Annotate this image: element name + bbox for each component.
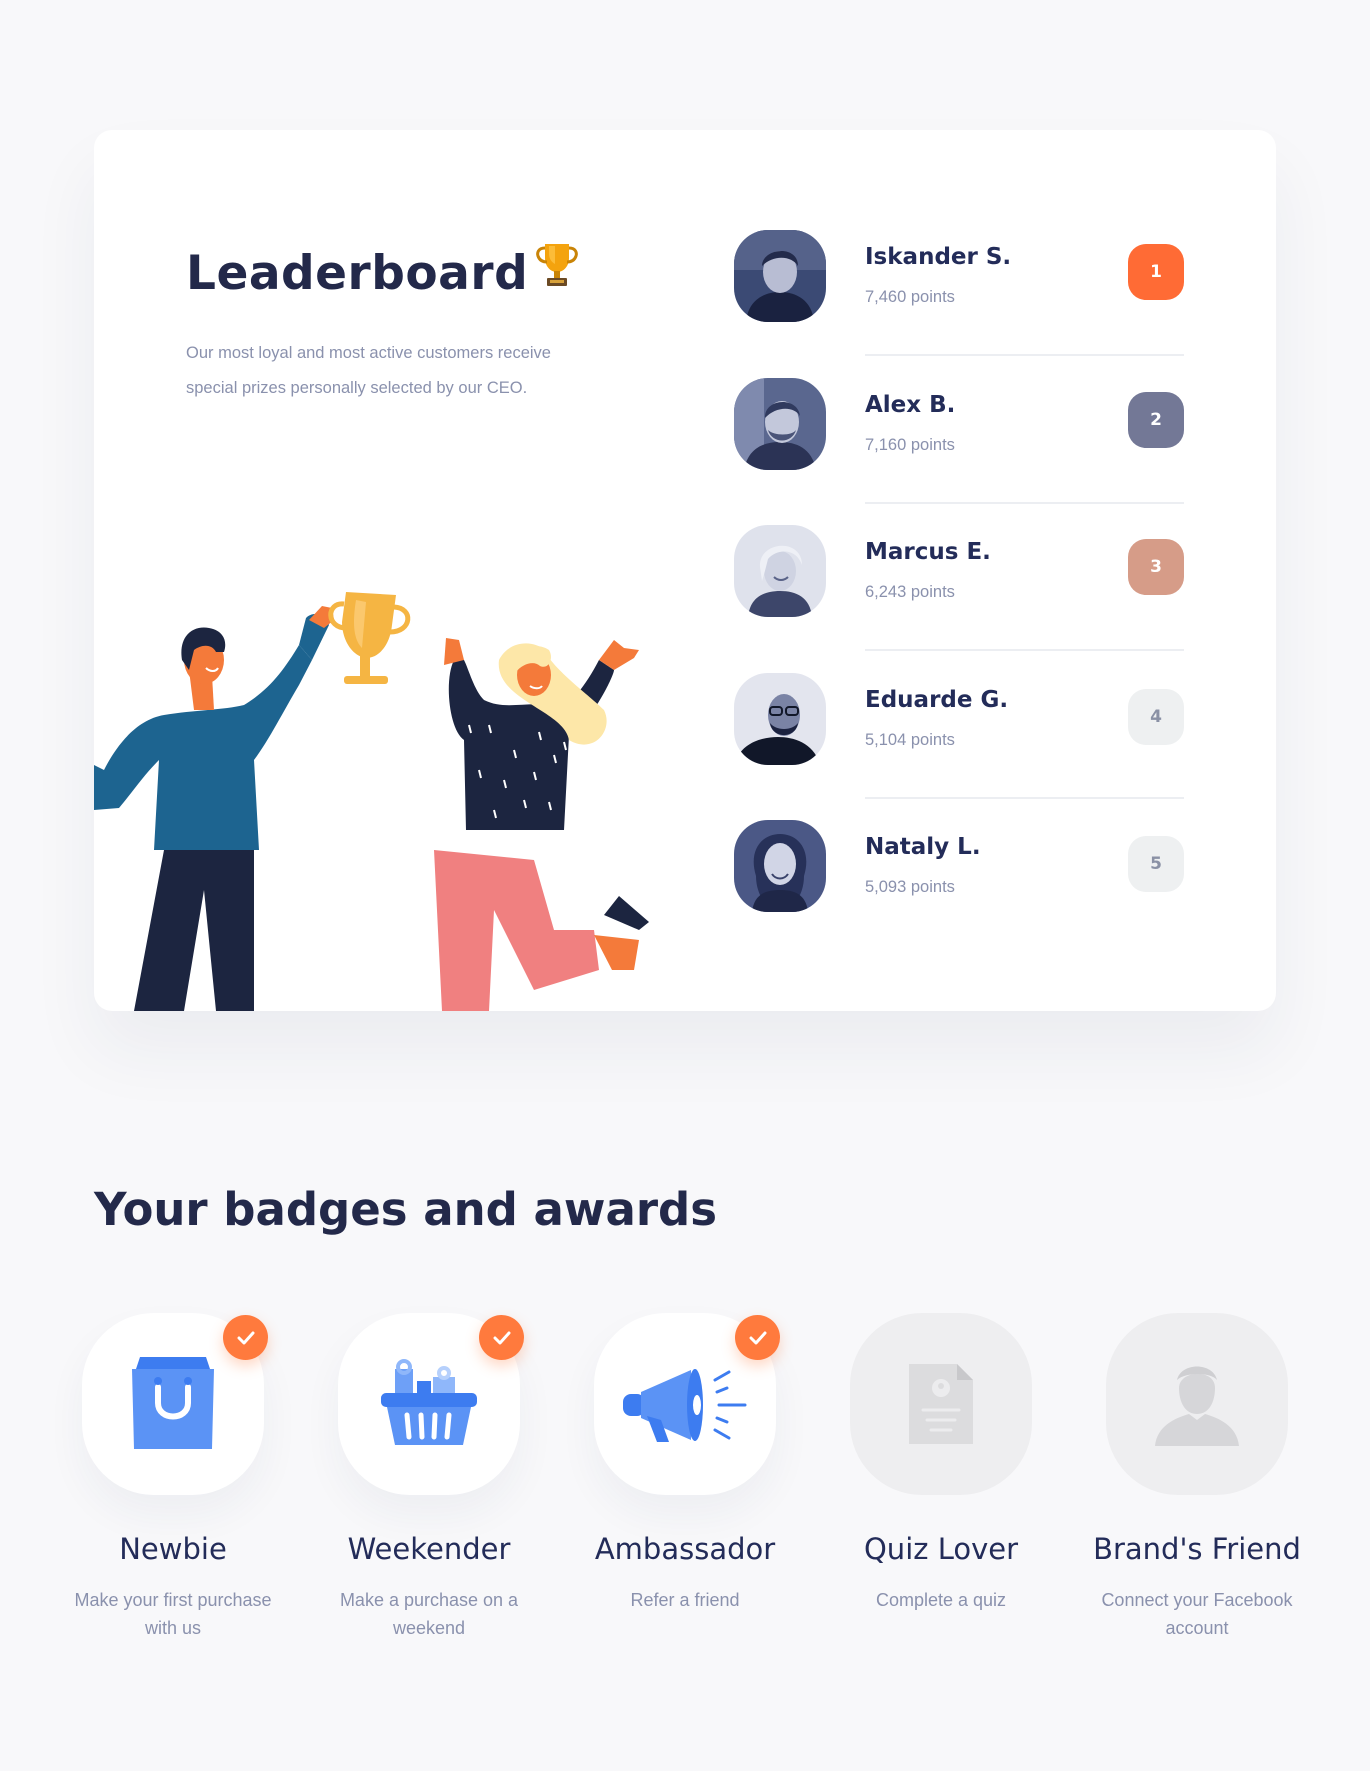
badge-tile[interactable] — [1106, 1313, 1288, 1495]
gift-basket-icon — [381, 1359, 477, 1445]
badge-description: Make your first purchase with us — [74, 1590, 272, 1638]
badge-ambassador[interactable]: Ambassador Refer a friend — [557, 1313, 813, 1614]
document-icon — [909, 1364, 973, 1444]
leaderboard-row[interactable]: Alex B. 7,160 points 2 — [734, 377, 1184, 526]
player-name: Nataly L. — [865, 834, 981, 860]
leaderboard-list: Iskander S. 7,460 points 1 Alex B. 7,160… — [734, 230, 1184, 968]
raised-trophy — [328, 592, 411, 684]
badge-description: Complete a quiz — [875, 1590, 1007, 1610]
megaphone-icon — [623, 1369, 747, 1442]
badge-weekender[interactable]: Weekender Make a purchase on a weekend — [301, 1313, 557, 1642]
avatar — [734, 672, 826, 765]
badge-tile[interactable] — [338, 1313, 524, 1495]
badges-title: Your badges and awards — [94, 1183, 718, 1236]
page: Leaderboard Our most loyal and most acti… — [0, 0, 1370, 1771]
avatar — [734, 230, 826, 322]
leaderboard-row[interactable]: Eduarde G. 5,104 points 4 — [734, 672, 1184, 821]
badge-tile[interactable] — [82, 1313, 268, 1495]
divider — [865, 796, 1184, 799]
divider — [865, 649, 1184, 651]
celebration-illustration — [94, 592, 649, 1011]
avatar — [734, 525, 826, 617]
divider — [865, 354, 1184, 356]
player-name: Alex B. — [865, 391, 956, 418]
leaderboard-description: Our most loyal and most active customers… — [186, 344, 551, 397]
earned-check-icon — [735, 1315, 780, 1360]
avatar — [734, 377, 826, 470]
avatar — [734, 820, 826, 912]
leaderboard-row[interactable]: Nataly L. 5,093 points 5 — [734, 820, 1184, 968]
badge-tile[interactable] — [594, 1313, 780, 1495]
badge-quiz-lover[interactable]: Quiz Lover Complete a quiz — [813, 1313, 1069, 1614]
man-figure — [94, 606, 334, 1011]
earned-check-icon — [479, 1315, 524, 1360]
rank-badge: 3 — [1128, 539, 1184, 595]
badge-description: Refer a friend — [630, 1590, 740, 1610]
earned-check-icon — [223, 1315, 268, 1360]
badge-description: Connect your Facebook account — [1101, 1590, 1293, 1638]
shopping-bag-icon — [132, 1357, 214, 1449]
badge-name: Quiz Lover — [863, 1532, 1019, 1566]
player-points: 6,243 points — [865, 583, 955, 601]
rank-badge: 2 — [1128, 391, 1184, 448]
divider — [865, 501, 1184, 504]
woman-figure — [434, 638, 649, 1011]
player-name: Marcus E. — [865, 539, 991, 565]
player-points: 5,093 points — [865, 878, 955, 896]
leaderboard-title: Leaderboard — [186, 243, 579, 306]
rank-badge: 1 — [1128, 244, 1184, 300]
leaderboard-card: Leaderboard Our most loyal and most acti… — [94, 130, 1276, 1011]
badge-name: Brand's Friend — [1093, 1532, 1301, 1566]
badge-tile[interactable] — [850, 1313, 1032, 1495]
badge-name: Ambassador — [594, 1532, 776, 1566]
badge-newbie[interactable]: Newbie Make your first purchase with us — [45, 1313, 301, 1642]
player-name: Iskander S. — [865, 244, 1012, 270]
player-points: 7,160 points — [865, 435, 955, 454]
rank-badge: 5 — [1128, 836, 1184, 892]
leaderboard-row[interactable]: Marcus E. 6,243 points 3 — [734, 525, 1184, 673]
player-points: 5,104 points — [865, 730, 955, 749]
trophy-icon — [536, 242, 579, 300]
rank-badge: 4 — [1128, 688, 1184, 745]
player-name: Eduarde G. — [865, 686, 1009, 713]
leaderboard-row[interactable]: Iskander S. 7,460 points 1 — [734, 230, 1184, 378]
user-silhouette-icon — [1155, 1366, 1239, 1446]
badge-description: Make a purchase on a weekend — [339, 1590, 519, 1638]
badge-name: Weekender — [347, 1532, 511, 1566]
badge-name: Newbie — [119, 1532, 227, 1566]
player-points: 7,460 points — [865, 288, 955, 306]
leaderboard-title-text: Leaderboard — [186, 246, 529, 301]
badge-brands-friend[interactable]: Brand's Friend Connect your Facebook acc… — [1069, 1313, 1325, 1642]
